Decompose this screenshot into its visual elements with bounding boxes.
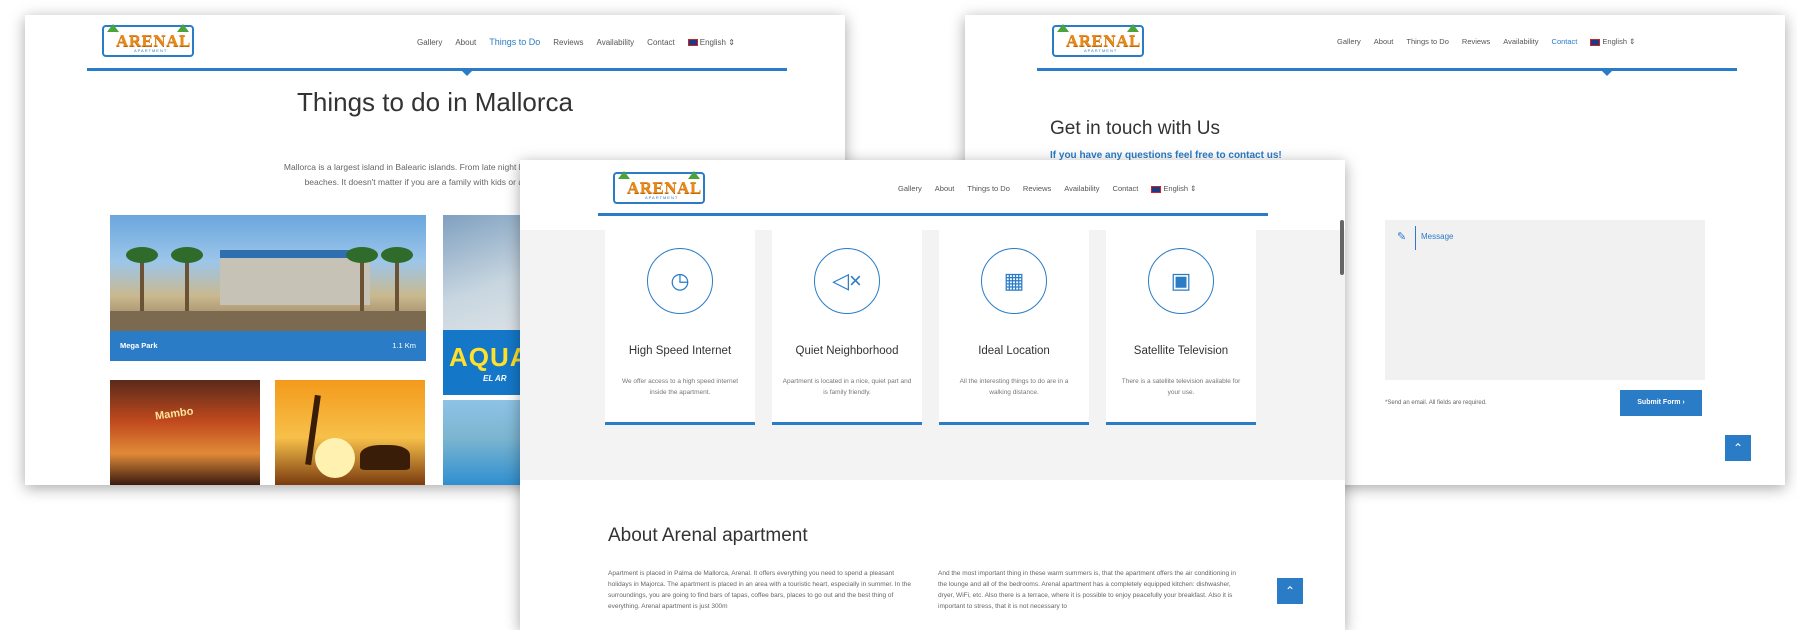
nav-about[interactable]: About xyxy=(455,38,476,47)
about-paragraph: And the most important thing in these wa… xyxy=(938,570,1236,610)
site-header: ARENAL APARTMENT Gallery About Things to… xyxy=(598,160,1268,216)
nav-things-to-do[interactable]: Things to Do xyxy=(1406,37,1449,46)
nav-availability[interactable]: Availability xyxy=(597,38,635,47)
uk-flag-icon xyxy=(687,38,698,46)
mute-speaker-icon: ◁× xyxy=(814,248,880,314)
nav-contact[interactable]: Contact xyxy=(1113,184,1139,193)
photo-caption[interactable]: Mega Park 1.1 Km xyxy=(110,331,426,361)
pencil-icon: ✎ xyxy=(1397,231,1407,243)
field-divider xyxy=(1415,226,1416,250)
nav-gallery[interactable]: Gallery xyxy=(1337,37,1361,46)
required-note: *Send an email. All fields are required. xyxy=(1385,400,1487,406)
site-header: ARENAL APARTMENT Gallery About Things to… xyxy=(1037,15,1737,76)
uk-flag-icon xyxy=(1151,185,1162,193)
main-nav: Gallery About Things to Do Reviews Avail… xyxy=(417,37,748,47)
uk-flag-icon xyxy=(1590,38,1601,46)
palm-icon xyxy=(1127,24,1139,32)
logo-subtext: APARTMENT xyxy=(645,195,679,200)
logo[interactable]: ARENAL APARTMENT xyxy=(613,171,705,204)
submit-form-button[interactable]: Submit Form › xyxy=(1620,390,1702,416)
site-header: ARENAL APARTMENT Gallery About Things to… xyxy=(87,15,787,76)
monitor-icon: ▣ xyxy=(1148,248,1214,314)
feature-title: Satellite Television xyxy=(1133,345,1229,357)
message-textarea[interactable]: ✎ Message xyxy=(1385,220,1705,380)
main-nav: Gallery About Things to Do Reviews Avail… xyxy=(898,184,1209,193)
map-icon: ▦ xyxy=(981,248,1047,314)
nav-gallery[interactable]: Gallery xyxy=(417,38,442,47)
speedometer-icon: ◷ xyxy=(647,248,713,314)
feature-desc: We offer access to a high speed internet… xyxy=(621,378,739,396)
message-placeholder: Message xyxy=(1421,232,1454,241)
feature-desc: All the interesting things to do are in … xyxy=(959,378,1069,396)
nav-reviews[interactable]: Reviews xyxy=(553,38,583,47)
logo-subtext: APARTMENT xyxy=(1084,48,1118,53)
ground-shape xyxy=(110,311,426,331)
caret-down-icon xyxy=(462,71,472,76)
logo-subtext: APARTMENT xyxy=(134,48,168,53)
palm-tree-shape xyxy=(171,247,203,317)
nav-contact[interactable]: Contact xyxy=(1552,37,1578,46)
chevron-up-icon: ⌃ xyxy=(1284,584,1296,598)
scroll-top-button[interactable]: ⌃ xyxy=(1725,435,1751,461)
language-select[interactable]: English ⇕ xyxy=(1590,37,1635,46)
caption-distance: 1.1 Km xyxy=(392,341,416,350)
sun-shape xyxy=(315,438,355,478)
nav-reviews[interactable]: Reviews xyxy=(1462,37,1490,46)
submit-label: Submit Form xyxy=(1637,399,1681,406)
palm-icon xyxy=(688,171,700,179)
elephant-silhouette xyxy=(360,445,410,470)
palm-icon xyxy=(177,24,189,32)
palm-tree-shape xyxy=(381,247,413,317)
nav-gallery[interactable]: Gallery xyxy=(898,184,922,193)
bar-sign-text: Mambo xyxy=(154,405,195,423)
palm-tree-shape xyxy=(346,247,378,317)
nav-about[interactable]: About xyxy=(1374,37,1394,46)
caption-name: Mega Park xyxy=(120,341,158,350)
language-select[interactable]: English ⇕ xyxy=(1151,184,1196,193)
page-title: Things to do in Mallorca xyxy=(296,87,574,117)
logo[interactable]: ARENAL APARTMENT xyxy=(1052,24,1144,57)
nav-reviews[interactable]: Reviews xyxy=(1023,184,1051,193)
nav-about[interactable]: About xyxy=(935,184,955,193)
scrollbar[interactable] xyxy=(1340,220,1344,275)
window-features: ARENAL APARTMENT Gallery About Things to… xyxy=(520,160,1345,630)
safari-photo[interactable] xyxy=(275,380,425,485)
aqualand-subtext: EL AR xyxy=(483,374,507,383)
feature-title: Ideal Location xyxy=(978,345,1050,357)
feature-card[interactable]: ◁× Quiet Neighborhood Apartment is locat… xyxy=(772,230,922,425)
feature-card[interactable]: ▣ Satellite Television There is a satell… xyxy=(1106,230,1256,425)
nightlife-photo[interactable]: Mambo xyxy=(110,380,260,485)
nav-availability[interactable]: Availability xyxy=(1503,37,1538,46)
nav-contact[interactable]: Contact xyxy=(647,38,675,47)
scroll-top-button[interactable]: ⌃ xyxy=(1277,578,1303,604)
mega-park-photo[interactable] xyxy=(110,215,426,331)
feature-title: Quiet Neighborhood xyxy=(795,345,899,357)
about-paragraph: Apartment is placed in Palma de Mallorca… xyxy=(608,570,912,610)
feature-desc: There is a satellite television availabl… xyxy=(1121,378,1241,396)
palm-tree-shape xyxy=(126,247,158,317)
contact-title: Get in touch with Us xyxy=(1050,118,1221,139)
main-nav: Gallery About Things to Do Reviews Avail… xyxy=(1337,37,1648,46)
feature-desc: Apartment is located in a nice, quiet pa… xyxy=(782,378,912,396)
language-select[interactable]: English ⇕ xyxy=(687,38,735,47)
about-title: About Arenal apartment xyxy=(608,525,808,546)
feature-card[interactable]: ▦ Ideal Location All the interesting thi… xyxy=(939,230,1089,425)
nav-things-to-do[interactable]: Things to Do xyxy=(967,184,1010,193)
nav-things-to-do[interactable]: Things to Do xyxy=(489,37,540,47)
nav-availability[interactable]: Availability xyxy=(1064,184,1099,193)
caret-down-icon xyxy=(1602,71,1612,76)
feature-card[interactable]: ◷ High Speed Internet We offer access to… xyxy=(605,230,755,425)
logo[interactable]: ARENAL APARTMENT xyxy=(102,24,194,57)
feature-title: High Speed Internet xyxy=(628,345,732,357)
chevron-up-icon: ⌃ xyxy=(1732,441,1744,455)
